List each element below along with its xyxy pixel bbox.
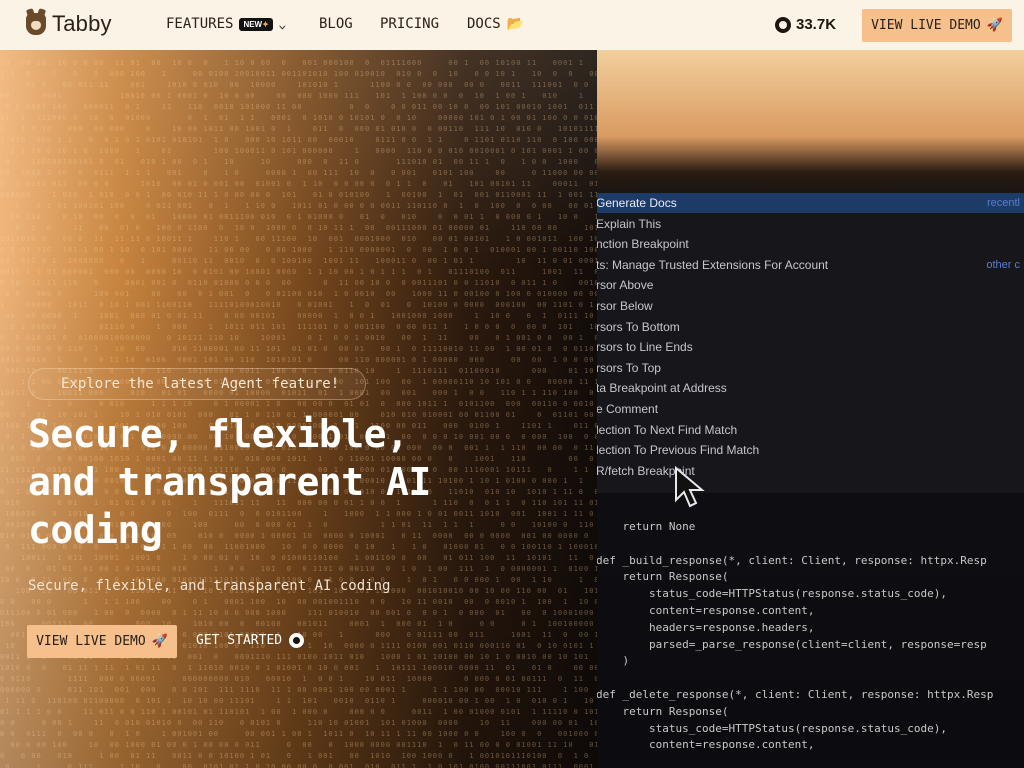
- command-palette-item[interactable]: rsors To Bottom: [596, 317, 1024, 337]
- github-stars-link[interactable]: 33.7K: [775, 16, 836, 33]
- rocket-icon: 🚀: [151, 634, 168, 649]
- command-palette-item[interactable]: Generate Docs recentl: [596, 193, 1024, 213]
- code-line: return None: [596, 520, 696, 533]
- command-palette-item[interactable]: lection To Previous Find Match: [596, 440, 1024, 460]
- nav-blog[interactable]: BLOG: [319, 16, 353, 32]
- command-group-label: recentl: [986, 197, 1020, 209]
- code-line: content=response.content,: [596, 604, 815, 617]
- headline-line: coding: [28, 508, 163, 552]
- command-label: ta Breakpoint at Address: [596, 381, 727, 396]
- command-palette-item[interactable]: ts: Manage Trusted Extensions For Accoun…: [596, 255, 1024, 275]
- command-label: nction Breakpoint: [596, 237, 689, 252]
- command-palette-item[interactable]: rsors to Line Ends: [596, 337, 1024, 357]
- nav-cta-label: VIEW LIVE DEMO: [871, 18, 981, 33]
- headline-line: Secure, flexible,: [28, 412, 409, 456]
- command-palette-item[interactable]: R/fetch Breakpoint: [596, 461, 1024, 481]
- code-line: status_code=HTTPStatus(response.status_c…: [596, 587, 947, 601]
- command-palette-item[interactable]: nction Breakpoint: [596, 234, 1024, 254]
- brand-name: Tabby: [52, 11, 112, 36]
- code-line: headers=response.headers,: [596, 620, 815, 634]
- view-live-demo-button[interactable]: VIEW LIVE DEMO 🚀: [27, 625, 177, 658]
- command-palette-item[interactable]: rsor Above: [596, 275, 1024, 295]
- code-line: return Response(: [596, 704, 729, 718]
- hero-headline: Secure, flexible, and transparent AI cod…: [28, 410, 498, 554]
- command-label: Generate Docs: [596, 196, 677, 210]
- github-icon: [775, 16, 791, 33]
- command-palette-item[interactable]: Explain This: [596, 214, 1024, 234]
- command-label: rsors To Bottom: [596, 319, 680, 334]
- tabby-logo-icon: [26, 13, 46, 35]
- command-label: ts: Manage Trusted Extensions For Accoun…: [596, 257, 829, 272]
- get-started-button[interactable]: GET STARTED: [196, 633, 305, 648]
- command-label: rsor Below: [596, 299, 653, 313]
- command-label: lection To Previous Find Match: [596, 443, 760, 458]
- code-line: def _build_response(*, client: Client, r…: [596, 553, 987, 567]
- primary-button-label: VIEW LIVE DEMO: [36, 634, 146, 649]
- code-line: ): [596, 654, 630, 668]
- command-label: rsors to Line Ends: [596, 340, 693, 355]
- command-label: rsors To Top: [596, 360, 661, 375]
- hero-subtitle: Secure, flexible, and transparent AI cod…: [28, 578, 391, 594]
- command-palette-item[interactable]: rsor Below: [596, 296, 1024, 316]
- nav-features[interactable]: FEATURES NEW✦ ⌄: [166, 16, 287, 32]
- brand-logo[interactable]: Tabby: [26, 11, 112, 37]
- github-icon: [289, 633, 305, 648]
- nav-docs[interactable]: DOCS 📂: [467, 16, 524, 32]
- command-palette-item[interactable]: ta Breakpoint at Address: [596, 378, 1024, 398]
- announcement-pill[interactable]: Explore the latest Agent feature!: [28, 368, 366, 400]
- github-stars-count: 33.7K: [796, 16, 837, 33]
- code-line: content=response.content,: [596, 738, 815, 752]
- command-palette-item[interactable]: rsors To Top: [596, 358, 1024, 378]
- nav-view-live-demo-button[interactable]: VIEW LIVE DEMO 🚀: [862, 9, 1012, 42]
- rocket-icon: 🚀: [986, 18, 1003, 33]
- chevron-down-icon: ⌄: [277, 17, 287, 31]
- top-navbar: Tabby FEATURES NEW✦ ⌄ BLOG PRICING DOCS …: [0, 0, 1024, 50]
- folder-icon: 📂: [506, 16, 525, 32]
- code-line: parsed=_parse_response(client=client, re…: [596, 637, 987, 651]
- command-label: lection To Next Find Match: [596, 422, 738, 437]
- command-palette-item[interactable]: e Comment: [596, 399, 1024, 419]
- nav-docs-label: DOCS: [467, 16, 501, 32]
- command-group-label: other c: [986, 258, 1020, 271]
- command-label: e Comment: [596, 402, 659, 416]
- nav-pricing[interactable]: PRICING: [380, 16, 439, 32]
- code-line: return Response(: [596, 570, 729, 584]
- command-palette-item[interactable]: lection To Next Find Match: [596, 420, 1024, 440]
- code-line: def _delete_response(*, client: Client, …: [596, 688, 994, 701]
- code-line: status_code=HTTPStatus(response.status_c…: [596, 721, 947, 735]
- new-badge: NEW✦: [239, 17, 273, 31]
- headline-line: and transparent AI: [28, 460, 431, 504]
- nav-features-label: FEATURES: [166, 16, 234, 32]
- command-label: Explain This: [596, 216, 662, 231]
- secondary-button-label: GET STARTED: [196, 633, 283, 648]
- hero-section: Generate Docs recentl Explain This nction B…: [0, 50, 1024, 768]
- command-label: rsor Above: [596, 278, 654, 293]
